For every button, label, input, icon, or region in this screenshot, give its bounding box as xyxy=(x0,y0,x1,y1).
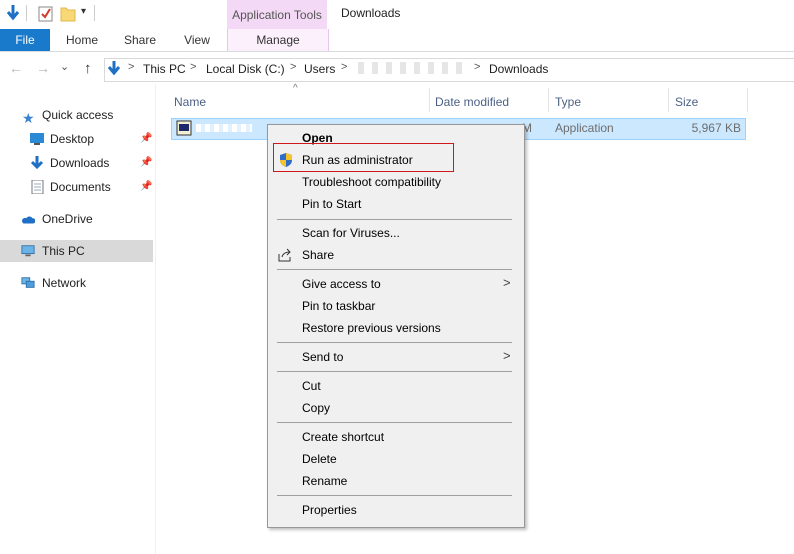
tab-home[interactable]: Home xyxy=(60,29,104,51)
nav-label: Network xyxy=(42,276,87,290)
star-icon: ★ xyxy=(22,110,35,126)
menu-separator xyxy=(277,342,512,343)
contextual-group-label: Application Tools xyxy=(232,8,322,22)
tab-share[interactable]: Share xyxy=(118,29,162,51)
down-arrow-icon[interactable] xyxy=(5,4,21,22)
menu-item-copy[interactable]: Copy xyxy=(302,401,330,415)
breadcrumb-users[interactable]: Users xyxy=(304,62,335,76)
menu-separator xyxy=(277,495,512,496)
highlight-box xyxy=(273,143,454,172)
breadcrumb-separator[interactable]: > xyxy=(290,61,296,73)
chevron-right-icon: > xyxy=(503,275,511,290)
nav-onedrive[interactable]: OneDrive xyxy=(0,208,153,230)
breadcrumb-downloads[interactable]: Downloads xyxy=(489,62,548,76)
sort-up-icon: ^ xyxy=(293,83,298,94)
column-header-date-modified[interactable]: Date modified xyxy=(435,92,509,112)
menu-item-create-shortcut[interactable]: Create shortcut xyxy=(302,430,384,444)
folder-icon[interactable] xyxy=(60,4,76,22)
onedrive-icon xyxy=(22,216,35,224)
menu-separator xyxy=(277,219,512,220)
tab-file[interactable]: File xyxy=(0,29,50,51)
recent-locations-icon[interactable]: ⌄ xyxy=(60,60,69,73)
chevron-right-icon: > xyxy=(503,348,511,363)
nav-this-pc[interactable]: This PC xyxy=(0,240,153,262)
nav-label: Downloads xyxy=(50,156,110,170)
breadcrumb-local-disk[interactable]: Local Disk (C:) xyxy=(206,62,285,76)
nav-label: This PC xyxy=(42,244,85,258)
menu-item-give-access-to[interactable]: Give access to xyxy=(302,277,381,291)
nav-network[interactable]: Network xyxy=(0,272,153,294)
pin-icon[interactable]: 📌 xyxy=(140,152,152,174)
menu-item-properties[interactable]: Properties xyxy=(302,503,357,517)
breadcrumb-separator[interactable]: > xyxy=(474,61,480,73)
qat-divider xyxy=(26,5,27,21)
menu-item-share[interactable]: Share xyxy=(302,248,334,262)
nav-label: Documents xyxy=(50,180,111,194)
column-divider[interactable] xyxy=(668,88,669,112)
downloads-icon xyxy=(107,61,121,76)
breadcrumb-separator[interactable]: > xyxy=(128,61,134,73)
nav-desktop[interactable]: Desktop 📌 xyxy=(0,128,153,150)
menu-item-pin-to-start[interactable]: Pin to Start xyxy=(302,197,361,211)
nav-documents[interactable]: Documents 📌 xyxy=(0,176,153,198)
menu-separator xyxy=(277,371,512,372)
pin-icon[interactable]: 📌 xyxy=(140,128,152,150)
window-title: Downloads xyxy=(341,6,401,20)
menu-item-rename[interactable]: Rename xyxy=(302,474,347,488)
menu-item-cut[interactable]: Cut xyxy=(302,379,321,393)
pin-icon[interactable]: 📌 xyxy=(140,176,152,198)
menu-item-troubleshoot-compatibility[interactable]: Troubleshoot compatibility xyxy=(302,175,441,189)
nav-label: OneDrive xyxy=(42,212,93,226)
share-icon xyxy=(278,248,291,262)
pane-divider[interactable] xyxy=(155,84,156,554)
properties-icon[interactable] xyxy=(38,4,54,22)
menu-item-delete[interactable]: Delete xyxy=(302,452,337,466)
nav-label: Desktop xyxy=(50,132,95,146)
downloads-icon xyxy=(30,156,44,170)
column-header-name[interactable]: Name xyxy=(174,92,206,112)
nav-downloads[interactable]: Downloads 📌 xyxy=(0,152,153,174)
nav-label: Quick access xyxy=(42,108,114,122)
menu-item-scan-for-viruses[interactable]: Scan for Viruses... xyxy=(302,226,400,240)
column-divider[interactable] xyxy=(548,88,549,112)
menu-item-send-to[interactable]: Send to xyxy=(302,350,343,364)
up-icon[interactable]: ↑ xyxy=(84,60,92,77)
redacted-username xyxy=(358,62,462,74)
menu-item-restore-previous-versions[interactable]: Restore previous versions xyxy=(302,321,441,335)
breadcrumb-separator[interactable]: > xyxy=(190,61,196,73)
customize-qat-icon[interactable]: ▾ xyxy=(81,6,86,17)
forward-icon[interactable]: → xyxy=(36,60,50,76)
column-divider[interactable] xyxy=(747,88,748,112)
file-size-cell: 5,967 KB xyxy=(691,121,741,135)
breadcrumb-separator[interactable]: > xyxy=(341,61,347,73)
network-icon xyxy=(21,277,35,288)
nav-quick-access[interactable]: ★ Quick access xyxy=(0,104,153,126)
this-pc-icon xyxy=(21,245,35,257)
app-icon xyxy=(176,120,192,136)
qat-divider xyxy=(94,5,95,21)
tab-manage[interactable]: Manage xyxy=(227,29,329,51)
menu-separator xyxy=(277,269,512,270)
documents-icon xyxy=(31,180,44,194)
tab-view[interactable]: View xyxy=(175,29,219,51)
back-icon[interactable]: ← xyxy=(9,60,23,76)
column-header-type[interactable]: Type xyxy=(555,92,581,112)
breadcrumb-this-pc[interactable]: This PC xyxy=(143,62,186,76)
file-type-cell: Application xyxy=(555,121,614,135)
menu-item-pin-to-taskbar[interactable]: Pin to taskbar xyxy=(302,299,375,313)
menu-separator xyxy=(277,422,512,423)
column-header-size[interactable]: Size xyxy=(675,92,698,112)
redacted-file-name xyxy=(196,124,252,132)
column-divider[interactable] xyxy=(429,88,430,112)
desktop-icon xyxy=(30,133,44,145)
